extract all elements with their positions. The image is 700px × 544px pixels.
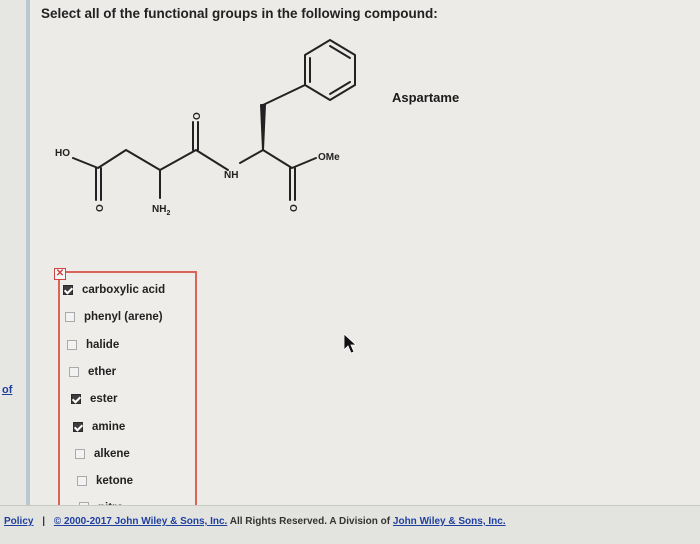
option-label: ketone xyxy=(96,475,134,488)
label-o-top: O xyxy=(192,112,203,120)
option-label: ether xyxy=(88,365,117,378)
option-label: amine xyxy=(92,420,126,433)
option-halide[interactable]: halide xyxy=(67,339,119,351)
option-label: phenyl (arene) xyxy=(84,311,163,324)
close-icon[interactable]: ✕ xyxy=(54,268,66,280)
option-checkbox[interactable] xyxy=(65,312,75,323)
option-checkbox[interactable] xyxy=(63,285,73,295)
policy-link[interactable]: Policy xyxy=(4,516,33,527)
option-checkbox[interactable] xyxy=(75,448,85,459)
option-carboxylic-acid[interactable]: carboxylic acid xyxy=(63,284,165,296)
copyright-link[interactable]: © 2000-2017 John Wiley & Sons, Inc. xyxy=(54,516,227,527)
option-checkbox[interactable] xyxy=(67,339,77,350)
label-nh2: NH2 xyxy=(152,204,170,217)
compound-name: Aspartame xyxy=(392,90,460,105)
option-checkbox[interactable] xyxy=(77,476,87,487)
option-label: alkene xyxy=(94,447,130,460)
option-checkbox[interactable] xyxy=(69,366,79,377)
option-checkbox[interactable] xyxy=(73,421,83,432)
label-o-left: O xyxy=(95,204,106,212)
option-ether[interactable]: ether xyxy=(69,366,116,378)
answer-box xyxy=(58,271,197,507)
rights-text: All Rights Reserved. A Division of xyxy=(229,516,391,527)
cursor-arrow-icon xyxy=(344,334,358,354)
footer-text: Policy | © 2000-2017 John Wiley & Sons, … xyxy=(4,516,506,527)
footer: Policy | © 2000-2017 John Wiley & Sons, … xyxy=(0,505,700,544)
option-alkene[interactable]: alkene xyxy=(75,448,130,460)
option-label: carboxylic acid xyxy=(82,284,166,296)
label-ho: HO xyxy=(55,148,70,159)
label-o-right: O xyxy=(289,204,300,212)
company-link[interactable]: John Wiley & Sons, Inc. xyxy=(393,516,506,527)
footer-separator: | xyxy=(42,516,46,527)
option-amine[interactable]: amine xyxy=(73,421,125,433)
option-label: ester xyxy=(90,393,118,406)
label-ome: OMe xyxy=(318,152,340,163)
option-ketone[interactable]: ketone xyxy=(77,475,133,487)
label-nh: NH xyxy=(224,170,238,181)
option-ester[interactable]: ester xyxy=(71,393,118,405)
option-checkbox[interactable] xyxy=(71,394,81,405)
option-label: halide xyxy=(86,338,120,351)
option-phenyl-arene[interactable]: phenyl (arene) xyxy=(65,311,163,323)
